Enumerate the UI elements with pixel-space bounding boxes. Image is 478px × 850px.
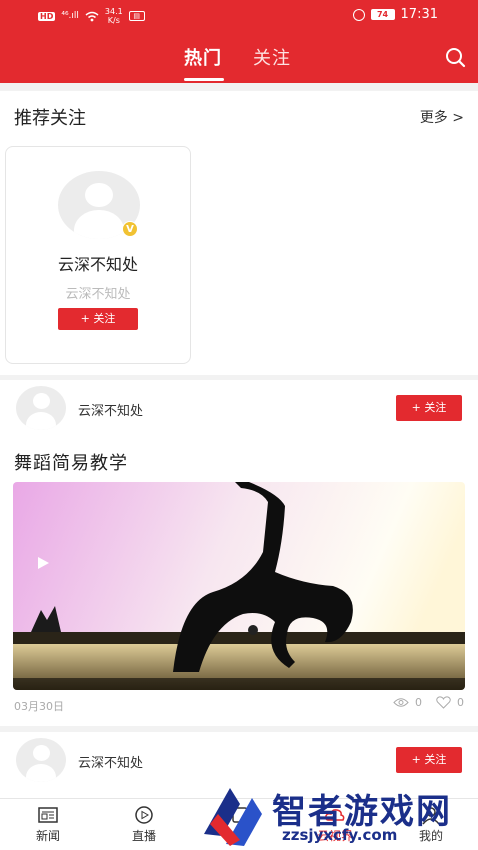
nav-label: 我的 bbox=[418, 829, 443, 843]
nav-label: 号 bbox=[233, 829, 246, 843]
recommend-section: 推荐关注 更多 > V 云深不知处 云深不知处 + 关注 bbox=[0, 91, 478, 375]
wifi-icon bbox=[85, 11, 99, 21]
account-icon bbox=[232, 807, 248, 823]
feed-item: 云深不知处 + 关注 bbox=[0, 732, 478, 798]
signal-icon: ⁴⁶.ıll bbox=[61, 11, 79, 21]
profile-icon bbox=[422, 807, 440, 825]
app-notification-icon: ▤ bbox=[128, 11, 145, 21]
battery-icon: 74 bbox=[370, 9, 395, 20]
author-name[interactable]: 云深不知处 bbox=[78, 400, 143, 419]
bottom-nav: 新闻 直播 号 云视界 我的 bbox=[0, 798, 478, 850]
follow-button[interactable]: + 关注 bbox=[396, 395, 462, 421]
network-speed: 34.1 K/s bbox=[105, 7, 123, 25]
recommend-card[interactable]: V 云深不知处 云深不知处 + 关注 bbox=[5, 146, 191, 364]
verified-badge-icon: V bbox=[122, 221, 138, 237]
card-subtitle: 云深不知处 bbox=[65, 287, 131, 302]
top-bar: HD ⁴⁶.ıll 34.1 K/s ▤ 74 17:31 热门 关注 bbox=[0, 0, 478, 83]
like-count: 0 bbox=[457, 696, 464, 709]
status-bar: HD ⁴⁶.ıll 34.1 K/s ▤ 74 17:31 bbox=[0, 0, 478, 30]
nav-label: 云视界 bbox=[316, 829, 353, 843]
post-title[interactable]: 舞蹈简易教学 bbox=[14, 449, 128, 475]
cloud-icon bbox=[325, 809, 345, 821]
feed-item: 云深不知处 + 关注 舞蹈简易教学 03月30日 0 0 bbox=[0, 380, 478, 726]
post-stats: 0 0 bbox=[393, 696, 464, 709]
speed-value: 34.1 bbox=[104, 7, 123, 16]
author-name[interactable]: 云深不知处 bbox=[78, 752, 143, 771]
post-date: 03月30日 bbox=[14, 700, 64, 713]
nav-cloud[interactable]: 云视界 bbox=[300, 805, 370, 844]
nav-label: 直播 bbox=[131, 829, 156, 843]
follow-button[interactable]: + 关注 bbox=[58, 308, 138, 330]
nav-profile[interactable]: 我的 bbox=[396, 805, 466, 844]
recommend-title: 推荐关注 bbox=[14, 108, 86, 129]
news-icon bbox=[38, 807, 58, 823]
active-tab-indicator bbox=[184, 78, 224, 81]
alarm-icon bbox=[352, 8, 365, 21]
card-name: 云深不知处 bbox=[57, 255, 138, 274]
more-link[interactable]: 更多 > bbox=[420, 107, 464, 127]
nav-label: 新闻 bbox=[35, 829, 60, 843]
tab-follow[interactable]: 关注 bbox=[253, 44, 291, 70]
header-tabs: 热门 关注 bbox=[0, 40, 478, 81]
follow-button[interactable]: + 关注 bbox=[396, 747, 462, 773]
play-icon[interactable] bbox=[36, 556, 50, 570]
avatar[interactable] bbox=[16, 738, 66, 782]
eye-icon bbox=[393, 698, 409, 707]
search-icon[interactable] bbox=[444, 46, 466, 68]
tab-hot[interactable]: 热门 bbox=[184, 44, 222, 70]
nav-live[interactable]: 直播 bbox=[109, 805, 179, 844]
video-thumbnail[interactable] bbox=[13, 482, 465, 690]
nav-news[interactable]: 新闻 bbox=[13, 805, 83, 844]
clock: 17:31 bbox=[400, 7, 438, 22]
view-count: 0 bbox=[415, 696, 422, 709]
live-icon bbox=[135, 806, 153, 824]
heart-icon[interactable] bbox=[436, 696, 451, 709]
speed-unit: K/s bbox=[107, 16, 120, 25]
nav-account[interactable]: 号 bbox=[205, 805, 275, 844]
hd-indicator: HD bbox=[38, 11, 56, 21]
avatar[interactable] bbox=[16, 386, 66, 430]
